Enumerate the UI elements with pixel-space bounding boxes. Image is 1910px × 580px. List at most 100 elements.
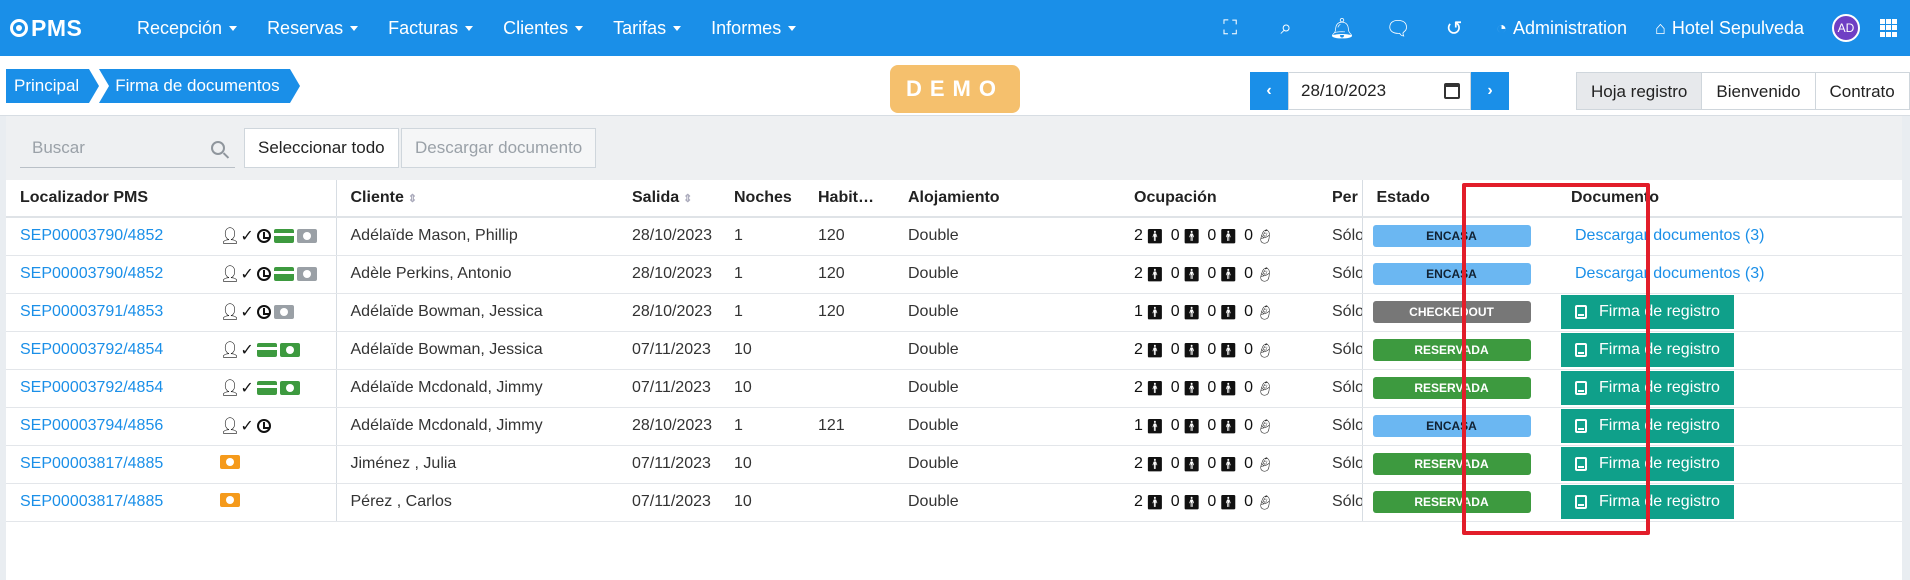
child-icon: 🚹︎ (1182, 227, 1201, 244)
table-row: SEP00003817/4885 Jiménez , Julia 07/11/202… (6, 445, 1902, 484)
localizador-link[interactable]: SEP00003794/4856 (20, 417, 163, 434)
cell-noches: 1 (720, 217, 804, 256)
table-row: SEP00003794/4856 👤︎✓ Adélaïde Mcdonald, Ji… (6, 407, 1902, 446)
cell-salida: 28/10/2023 (618, 255, 720, 294)
baby-icon: 👶︎ (1255, 227, 1274, 244)
history-icon[interactable]: ↺ (1426, 0, 1482, 56)
signature-button-label: Firma de registro (1599, 379, 1720, 396)
adult-icon: 🚹︎ (1145, 265, 1164, 282)
right-nav: ⛶ ⌕ 🔔︎ 🗨 ↺ ◔ Administration ⌂ Hotel Sepulv… (1202, 0, 1910, 56)
col-cliente[interactable]: Cliente ⇕ (336, 180, 618, 218)
table-row: SEP00003791/4853 👤︎✓ Adélaïde Bowman, Jess… (6, 293, 1902, 332)
status-icons: 👤︎✓ (220, 416, 271, 436)
tab-hoja-registro[interactable]: Hoja registro (1576, 72, 1703, 110)
search-placeholder: Buscar (32, 137, 85, 157)
junior-count: 0 (1207, 341, 1217, 358)
occupancy: 2 🚹︎ 0 🚹︎ 0 🚹︎ 0 👶︎ (1134, 265, 1278, 283)
breadcrumb-firma-documentos[interactable]: Firma de documentos (99, 69, 301, 103)
junior-icon: 🚹︎ (1219, 417, 1238, 434)
bell-icon[interactable]: 🔔︎ (1314, 0, 1370, 56)
date-prev-button[interactable]: ‹ (1250, 72, 1288, 110)
signature-button[interactable]: Firma de registro (1561, 295, 1734, 329)
menu-recepcion[interactable]: Recepción (122, 0, 252, 56)
signature-button[interactable]: Firma de registro (1561, 447, 1734, 481)
menu-label: Facturas (388, 17, 459, 38)
cell-alojamiento: Double (894, 255, 1120, 294)
cell-documento: Descargar documentos (3) (1557, 217, 1902, 256)
cell-documento: Descargar documentos (3) (1557, 255, 1902, 294)
signature-button-label: Firma de registro (1599, 417, 1720, 434)
col-salida[interactable]: Salida ⇕ (618, 180, 720, 218)
documents-table: Localizador PMS Cliente ⇕ Salida ⇕ Noches … (6, 180, 1902, 522)
menu-reservas[interactable]: Reservas (252, 0, 373, 56)
user-check-icon: 👤︎✓ (220, 342, 254, 359)
tab-contrato[interactable]: Contrato (1814, 72, 1910, 110)
calendar-icon[interactable] (1444, 83, 1460, 99)
signature-button[interactable]: Firma de registro (1561, 371, 1734, 405)
menu-tarifas[interactable]: Tarifas (598, 0, 696, 56)
cell-alojamiento: Double (894, 407, 1120, 446)
hotel-link[interactable]: ⌂ Hotel Sepulveda (1641, 0, 1818, 56)
child-count: 0 (1170, 265, 1180, 282)
app-logo[interactable]: PMS (10, 15, 122, 42)
chat-icon[interactable]: 🗨 (1370, 0, 1426, 56)
col-alojamiento: Alojamiento (894, 180, 1120, 218)
date-next-button[interactable]: › (1471, 72, 1509, 110)
status-badge: ENCASA (1372, 225, 1531, 248)
breadcrumb-principal[interactable]: Principal (6, 69, 100, 103)
sort-icon[interactable]: ⇕ (408, 193, 417, 205)
localizador-link[interactable]: SEP00003817/4885 (20, 493, 163, 510)
menu-facturas[interactable]: Facturas (373, 0, 488, 56)
select-all-button[interactable]: Seleccionar todo (244, 128, 399, 168)
clock-icon (256, 305, 271, 319)
status-icons: 👤︎✓ (220, 226, 317, 246)
menu-informes[interactable]: Informes (696, 0, 811, 56)
occupancy: 1 🚹︎ 0 🚹︎ 0 🚹︎ 0 👶︎ (1134, 303, 1278, 321)
status-icons: 👤︎✓ (220, 264, 317, 284)
baby-count: 0 (1244, 417, 1253, 434)
cell-ocupacion: 1 🚹︎ 0 🚹︎ 0 🚹︎ 0 👶︎ (1120, 293, 1318, 332)
localizador-link[interactable]: SEP00003790/4852 (20, 227, 163, 244)
date-input[interactable]: 28/10/2023 (1288, 72, 1471, 110)
top-navbar: PMS Recepción Reservas Facturas Clientes… (0, 0, 1910, 56)
adult-icon: 🚹︎ (1145, 455, 1164, 472)
cell-documento: Firma de registro (1557, 293, 1902, 332)
cash-orange-icon (220, 454, 240, 469)
localizador-link[interactable]: SEP00003792/4854 (20, 341, 163, 358)
fullscreen-icon[interactable]: ⛶ (1202, 0, 1258, 56)
localizador-link[interactable]: SEP00003790/4852 (20, 265, 163, 282)
cell-per: Sólo (1318, 407, 1363, 446)
signature-button[interactable]: Firma de registro (1561, 333, 1734, 367)
download-documents-link[interactable]: Descargar documentos (3) (1575, 227, 1764, 244)
menu-clientes[interactable]: Clientes (488, 0, 598, 56)
apps-grid-icon[interactable] (1880, 19, 1898, 37)
sort-icon[interactable]: ⇕ (683, 193, 692, 205)
cell-estado: ENCASA (1362, 407, 1557, 446)
adult-icon: 🚹︎ (1145, 417, 1164, 434)
localizador-link[interactable]: SEP00003791/4853 (20, 303, 163, 320)
cash-orange-icon (220, 492, 240, 507)
download-document-button[interactable]: Descargar documento (401, 128, 597, 168)
cell-status-icons: 👤︎✓ (206, 217, 337, 256)
cell-salida: 28/10/2023 (618, 407, 720, 446)
signature-button[interactable]: Firma de registro (1561, 485, 1734, 519)
menu-label: Informes (711, 17, 782, 38)
cell-per: Sólo (1318, 369, 1363, 408)
download-documents-link[interactable]: Descargar documentos (3) (1575, 265, 1764, 282)
search-icon[interactable]: ⌕ (1258, 0, 1314, 56)
localizador-link[interactable]: SEP00003792/4854 (20, 379, 163, 396)
junior-icon: 🚹︎ (1219, 455, 1238, 472)
localizador-link[interactable]: SEP00003817/4885 (20, 455, 163, 472)
tab-bienvenido[interactable]: Bienvenido (1701, 72, 1816, 110)
cell-alojamiento: Double (894, 217, 1120, 256)
cell-cliente: Adélaïde Bowman, Jessica (336, 331, 618, 370)
baby-icon: 👶︎ (1255, 265, 1274, 282)
search-input[interactable]: Buscar (20, 128, 235, 168)
cash-gray-icon (296, 267, 317, 281)
header-label: Documento (1571, 189, 1659, 206)
cell-noches: 1 (720, 255, 804, 294)
signature-button[interactable]: Firma de registro (1561, 409, 1734, 443)
avatar[interactable]: AD (1832, 14, 1860, 42)
administration-link[interactable]: ◔ Administration (1482, 0, 1641, 56)
status-icons (220, 454, 240, 469)
